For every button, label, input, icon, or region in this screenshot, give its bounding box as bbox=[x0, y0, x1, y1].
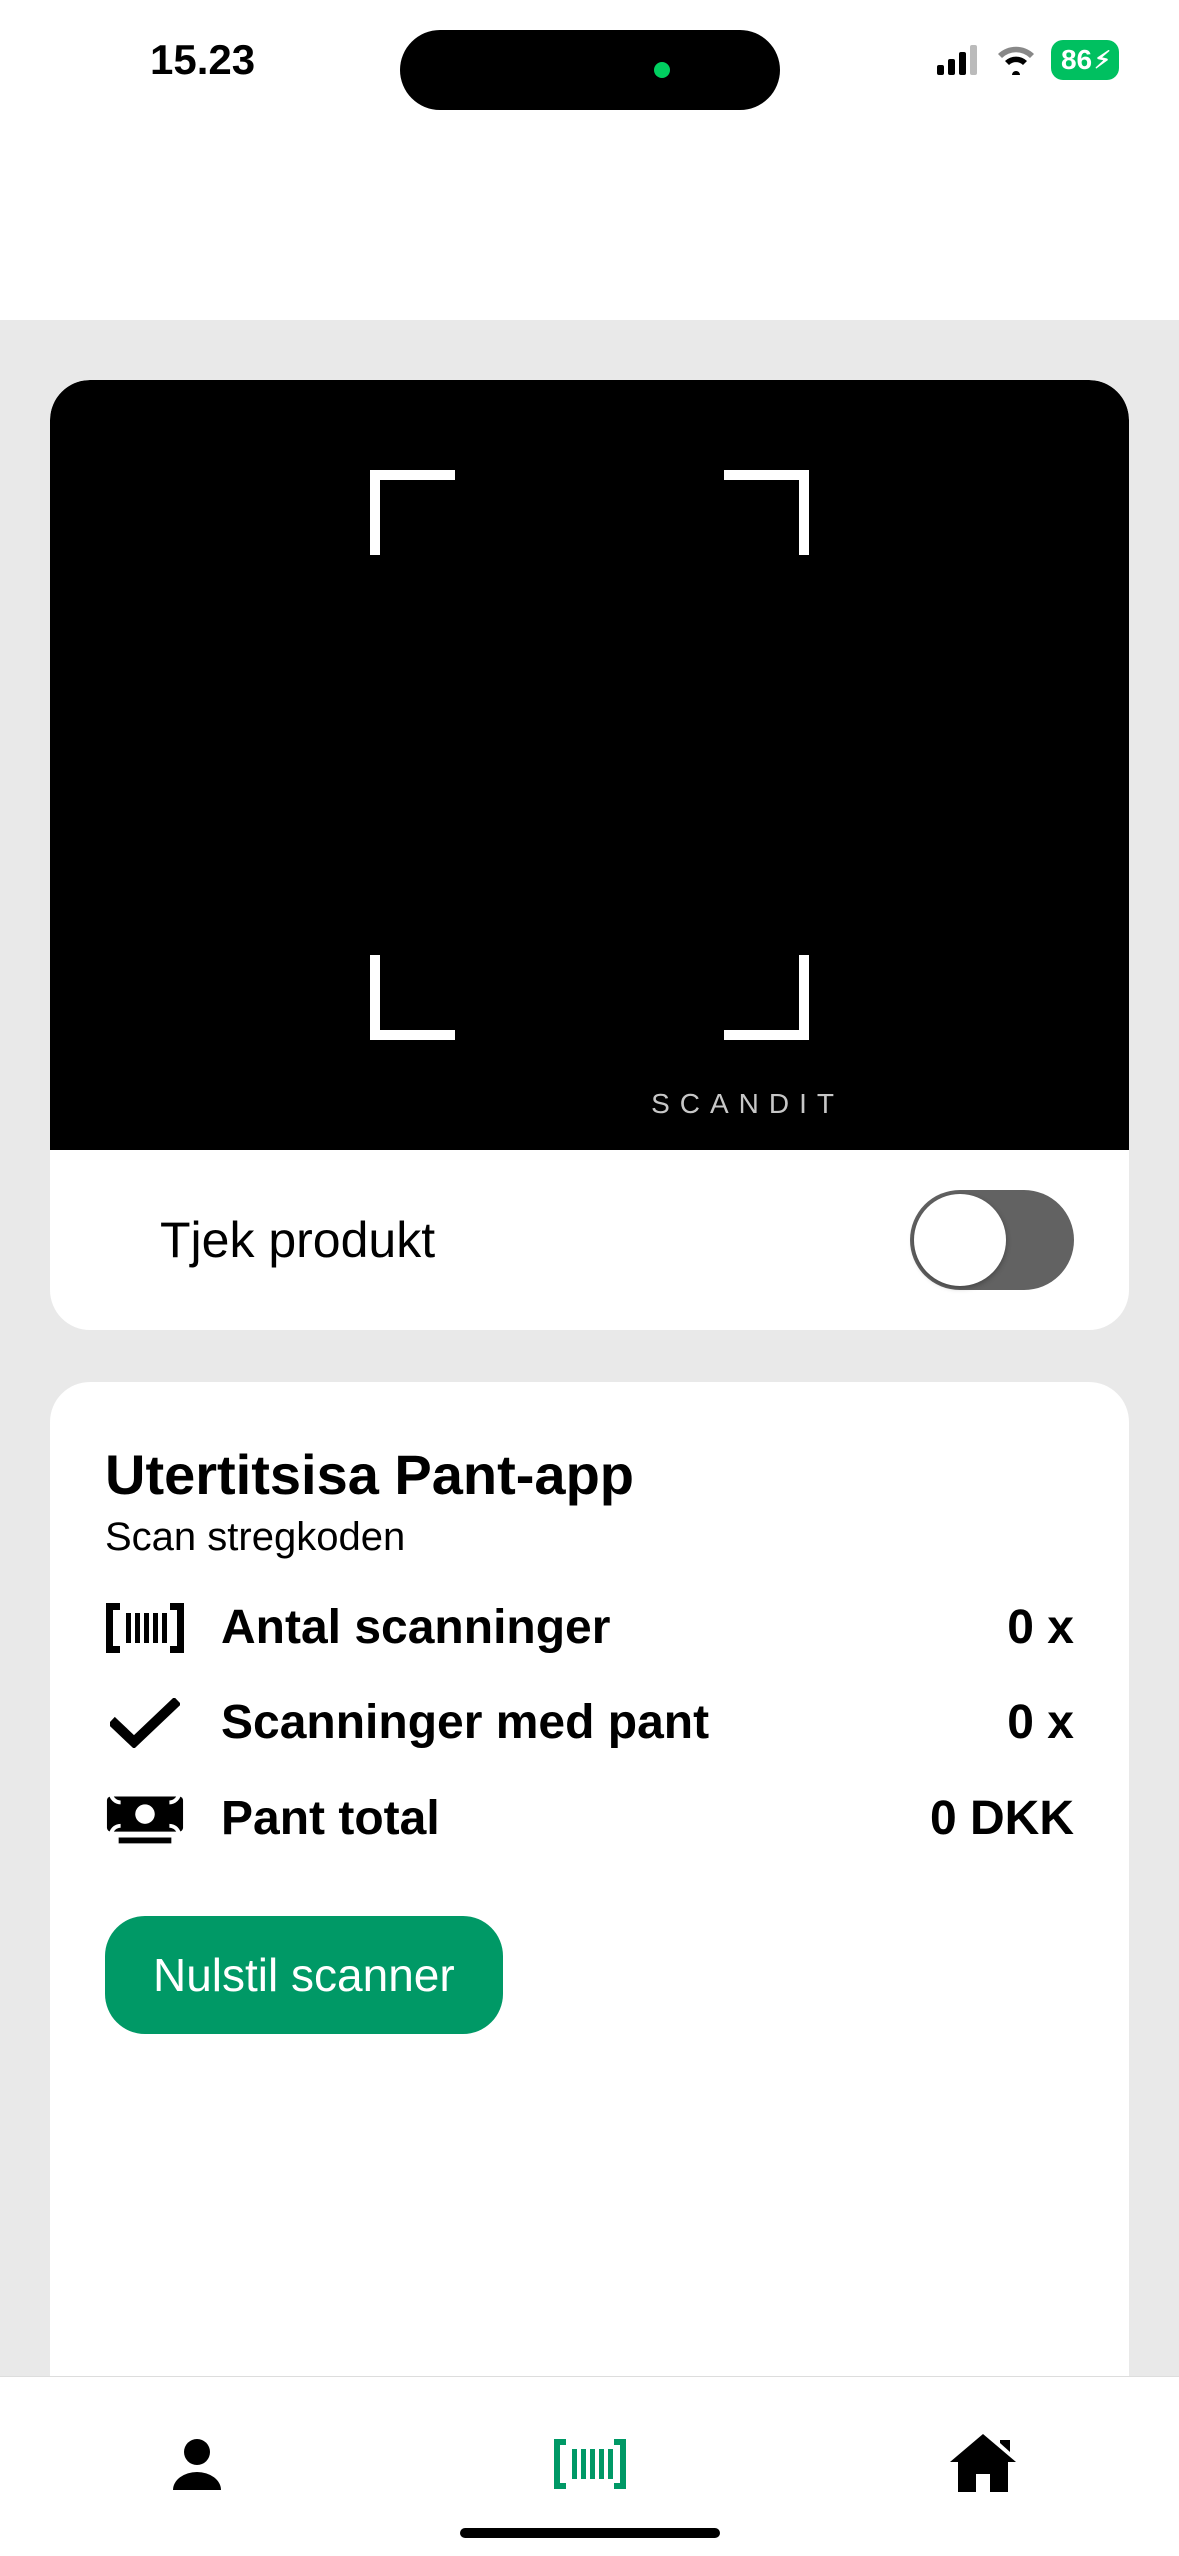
stats-title: Utertitsisa Pant-app bbox=[105, 1442, 1074, 1507]
scandit-watermark: SCANDIT bbox=[651, 1088, 844, 1120]
stat-row-scans: Antal scanninger 0 x bbox=[105, 1600, 1074, 1655]
check-icon bbox=[105, 1698, 185, 1748]
money-icon bbox=[105, 1790, 185, 1846]
stat-value: 0 x bbox=[1007, 1695, 1074, 1750]
stat-label: Antal scanninger bbox=[221, 1600, 610, 1655]
stat-value: 0 x bbox=[1007, 1600, 1074, 1655]
toggle-row: Tjek produkt bbox=[50, 1150, 1129, 1330]
stats-subtitle: Scan stregkoden bbox=[105, 1515, 1074, 1560]
status-right: 86⚡︎ bbox=[937, 40, 1119, 80]
stats-card: Utertitsisa Pant-app Scan stregkoden Ant… bbox=[50, 1382, 1129, 2376]
reset-scanner-button[interactable]: Nulstil scanner bbox=[105, 1916, 503, 2034]
nav-home[interactable] bbox=[943, 2427, 1023, 2507]
home-icon bbox=[946, 2432, 1020, 2501]
battery-indicator: 86⚡︎ bbox=[1051, 40, 1119, 80]
viewfinder-corner bbox=[370, 470, 455, 555]
battery-pct: 86 bbox=[1061, 44, 1092, 76]
viewfinder-corner bbox=[724, 470, 809, 555]
header-spacer bbox=[0, 120, 1179, 320]
signal-icon bbox=[937, 45, 981, 75]
scanner-card: SCANDIT Tjek produkt bbox=[50, 380, 1129, 1330]
person-icon bbox=[165, 2432, 229, 2501]
viewfinder-corner bbox=[724, 955, 809, 1040]
stat-label: Scanninger med pant bbox=[221, 1695, 709, 1750]
stat-row-deposit-scans: Scanninger med pant 0 x bbox=[105, 1695, 1074, 1750]
home-indicator[interactable] bbox=[460, 2528, 720, 2538]
nav-profile[interactable] bbox=[157, 2427, 237, 2507]
main-content: SCANDIT Tjek produkt Utertitsisa Pant-ap… bbox=[0, 320, 1179, 2376]
viewfinder-corner bbox=[370, 955, 455, 1040]
battery-bolt-icon: ⚡︎ bbox=[1094, 46, 1111, 75]
stat-value: 0 DKK bbox=[930, 1791, 1074, 1846]
camera-view[interactable]: SCANDIT bbox=[50, 380, 1129, 1150]
stat-row-total: Pant total 0 DKK bbox=[105, 1790, 1074, 1846]
dynamic-island bbox=[400, 30, 780, 110]
toggle-label: Tjek produkt bbox=[160, 1211, 435, 1269]
status-time: 15.23 bbox=[150, 36, 255, 84]
nav-scanner[interactable] bbox=[550, 2427, 630, 2507]
stat-label: Pant total bbox=[221, 1791, 440, 1846]
barcode-icon bbox=[105, 1603, 185, 1653]
switch-knob bbox=[914, 1194, 1006, 1286]
bottom-nav bbox=[0, 2376, 1179, 2556]
barcode-icon bbox=[554, 2439, 626, 2494]
status-bar: 15.23 86⚡︎ bbox=[0, 0, 1179, 120]
check-product-toggle[interactable] bbox=[910, 1190, 1074, 1290]
wifi-icon bbox=[995, 45, 1037, 75]
